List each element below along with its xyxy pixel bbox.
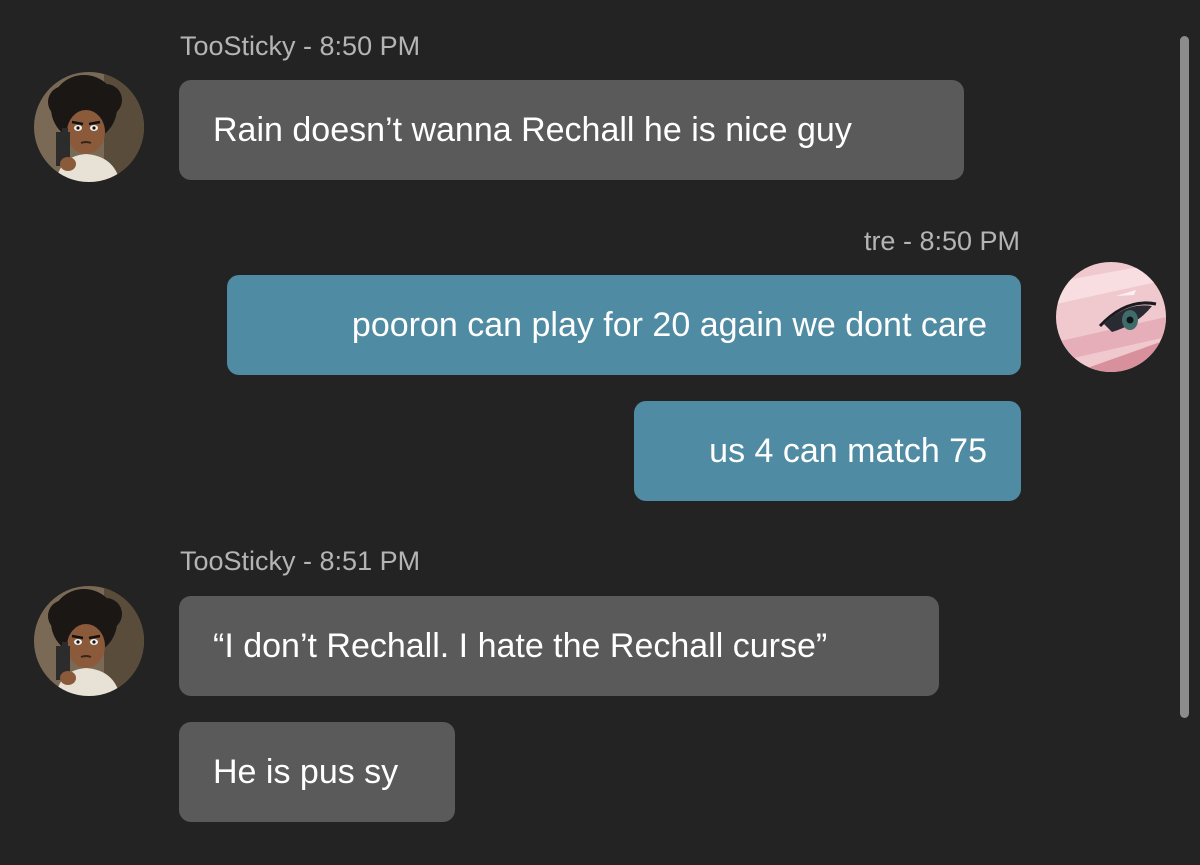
- message-text: Rain doesn’t wanna Rechall he is nice gu…: [213, 111, 852, 149]
- message-text: us 4 can match 75: [709, 432, 987, 470]
- message-bubble[interactable]: us 4 can match 75: [634, 401, 1021, 501]
- scrollbar[interactable]: [1180, 36, 1189, 718]
- chat-window[interactable]: TooSticky - 8:50 PM Rain doesn’t wanna R…: [0, 0, 1200, 865]
- message-header: tre - 8:50 PM: [863, 226, 1020, 256]
- message-bubble[interactable]: He is pus sy: [179, 722, 455, 822]
- message-text: He is pus sy: [213, 753, 399, 791]
- message-bubble[interactable]: pooron can play for 20 again we dont car…: [227, 275, 1021, 375]
- message-text: pooron can play for 20 again we dont car…: [351, 306, 987, 344]
- avatar-toosticky-icon[interactable]: [34, 586, 144, 696]
- message-text: “I don’t Rechall. I hate the Rechall cur…: [213, 627, 828, 665]
- avatar-tre-icon[interactable]: [1056, 262, 1166, 372]
- message-bubble[interactable]: “I don’t Rechall. I hate the Rechall cur…: [179, 596, 939, 696]
- avatar-toosticky-icon[interactable]: [34, 72, 144, 182]
- message-header: TooSticky - 8:51 PM: [180, 546, 421, 576]
- message-bubble[interactable]: Rain doesn’t wanna Rechall he is nice gu…: [179, 80, 964, 180]
- message-header: TooSticky - 8:50 PM: [180, 31, 421, 61]
